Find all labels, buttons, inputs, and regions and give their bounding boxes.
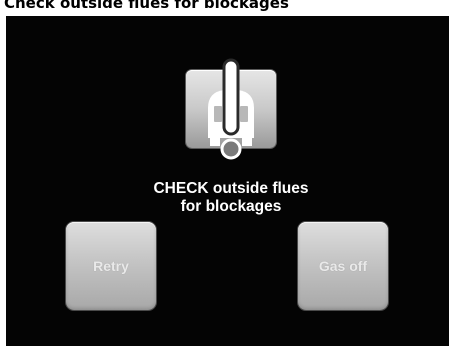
figure-caption: Check outside flues for blockages: [4, 0, 289, 12]
boiler-warning-icon: [186, 58, 276, 160]
fault-message-line-1: CHECK outside flues: [153, 180, 309, 197]
fault-message: CHECK outside flues for blockages: [106, 180, 356, 216]
retry-button-label: Retry: [93, 258, 129, 274]
retry-button[interactable]: Retry: [66, 222, 156, 310]
warning-graphic: [208, 58, 254, 160]
fault-message-line-2: for blockages: [180, 198, 282, 215]
gas-off-button[interactable]: Gas off: [298, 222, 388, 310]
gas-off-button-label: Gas off: [318, 258, 368, 274]
boiler-display-screen: CHECK outside flues for blockages Retry …: [6, 16, 449, 346]
